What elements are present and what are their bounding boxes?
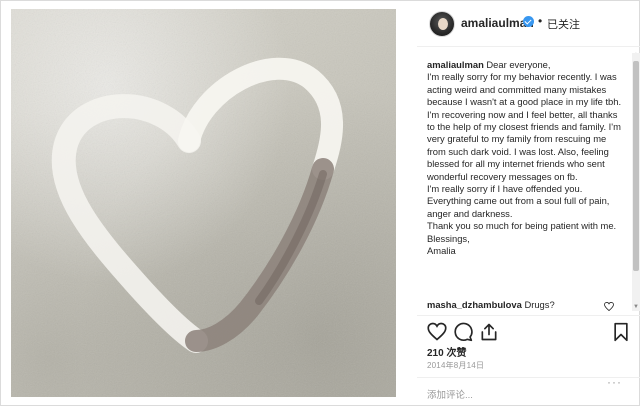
follow-status-button[interactable]: 已关注 (547, 16, 580, 32)
caption-line: I'm really sorry for my behavior recentl… (427, 71, 622, 108)
post-caption: amaliaulman Dear everyone, I'm really so… (427, 59, 627, 258)
post-header: amaliaulman • 已关注 (417, 1, 640, 47)
caption-username[interactable]: amaliaulman (427, 59, 484, 70)
bookmark-icon[interactable] (611, 322, 631, 342)
post-details-panel: amaliaulman • 已关注 amaliaulman Dear every… (417, 1, 640, 406)
more-options-button[interactable]: ··· (607, 375, 622, 389)
add-comment-placeholder[interactable]: 添加评论... (427, 387, 473, 401)
comment-text: Drugs? (524, 299, 555, 310)
post-photo[interactable] (11, 9, 396, 397)
heart-drawing (11, 9, 396, 397)
comment-like-icon[interactable] (604, 302, 614, 311)
action-bar (417, 315, 640, 347)
share-icon[interactable] (479, 322, 499, 342)
verified-badge-icon (523, 16, 534, 27)
comment-row: masha_dzhambulova Drugs? (427, 299, 627, 310)
comment-username[interactable]: masha_dzhambulova (427, 299, 522, 310)
caption-line: Dear everyone, (486, 59, 551, 70)
caption-line: I'm recovering now and I feel better, al… (427, 108, 621, 182)
post-date: 2014年8月14日 (427, 361, 485, 370)
likes-count[interactable]: 210 次赞 (427, 344, 466, 359)
separator-dot: • (538, 14, 543, 28)
caption-line: I'm really sorry if I have offended you.… (427, 183, 610, 219)
caption-line: Amalia (427, 245, 456, 257)
instagram-post-window: amaliaulman • 已关注 amaliaulman Dear every… (0, 0, 640, 406)
scrollbar-thumb[interactable] (633, 61, 639, 271)
scroll-down-arrow-icon[interactable]: ▼ (632, 303, 640, 311)
comment-bubble-icon[interactable] (453, 322, 473, 342)
caption-line: Blessings, (427, 232, 470, 244)
caption-line: Thank you so much for being patient with… (427, 220, 617, 232)
heart-outline-icon[interactable] (427, 322, 447, 342)
avatar[interactable] (429, 11, 455, 37)
